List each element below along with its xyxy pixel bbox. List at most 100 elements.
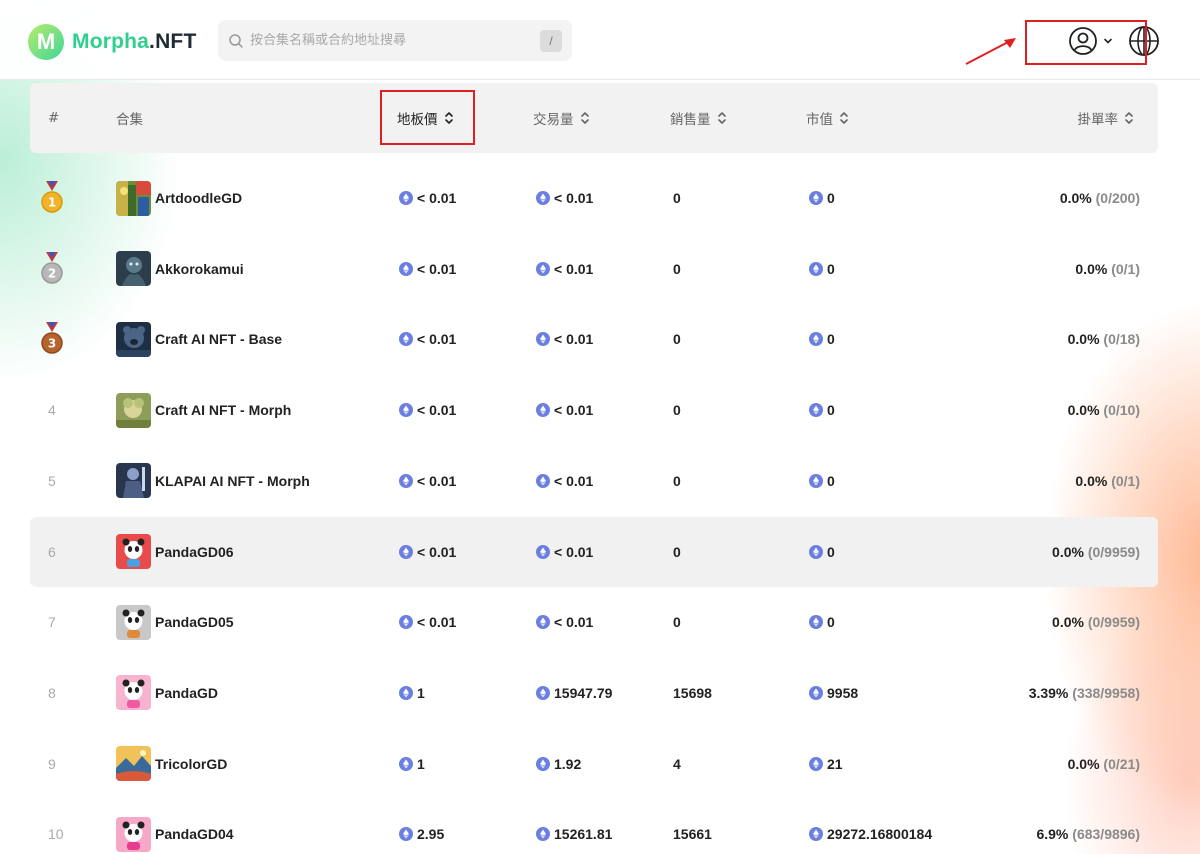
floor-price-value: 1 — [417, 755, 425, 772]
sort-volume[interactable]: 交易量 — [533, 83, 590, 153]
eth-icon — [536, 827, 550, 842]
table-row[interactable]: 2 Akkorokamui < 0.01 < 0.01 0 0 0.0% (0/1) — [30, 234, 1158, 304]
listing-rate-cell: 3.39% (338/9958) — [1029, 658, 1140, 728]
collection-thumbnail — [116, 604, 151, 640]
collection-thumbnail — [116, 675, 151, 711]
volume-cell: 1.92 — [536, 729, 581, 799]
sales-cell: 15661 — [673, 799, 712, 854]
volume-cell: 15947.79 — [536, 658, 612, 728]
collection-cell[interactable]: Craft AI NFT - Base — [116, 304, 282, 374]
search-bar[interactable]: / — [218, 20, 572, 61]
market-cap-cell: 0 — [809, 517, 835, 587]
volume-cell: < 0.01 — [536, 587, 593, 657]
sales-value: 15661 — [673, 826, 712, 843]
sales-value: 0 — [673, 472, 681, 489]
collection-cell[interactable]: PandaGD — [116, 658, 218, 728]
rank-cell: 8 — [48, 658, 56, 728]
eth-icon — [809, 403, 823, 418]
sales-value: 0 — [673, 331, 681, 348]
eth-icon — [809, 473, 823, 488]
collection-cell[interactable]: PandaGD06 — [116, 517, 234, 587]
rank-cell: 3 — [40, 304, 64, 374]
collection-cell[interactable]: PandaGD05 — [116, 587, 234, 657]
eth-icon — [399, 615, 413, 630]
sort-market-cap[interactable]: 市值 — [806, 83, 849, 153]
sort-icon — [839, 111, 849, 125]
collection-thumbnail — [116, 180, 151, 216]
table-row[interactable]: 1 ArtdoodleGD < 0.01 < 0.01 0 0 0.0% (0/200) — [30, 163, 1158, 233]
search-input[interactable] — [250, 33, 540, 48]
table-row[interactable]: 10 PandaGD04 2.95 15261.81 15661 29272.168001… — [30, 799, 1158, 854]
logo[interactable]: M Morpha.NFT — [28, 24, 197, 60]
floor-price-value: < 0.01 — [417, 472, 457, 489]
volume-cell: < 0.01 — [536, 234, 593, 304]
medal-silver-icon: 2 — [41, 251, 63, 284]
market-cap-value: 0 — [827, 190, 835, 206]
collection-cell[interactable]: PandaGD04 — [116, 799, 234, 854]
eth-icon — [809, 827, 823, 842]
listing-ratio: (0/9959) — [1087, 614, 1140, 631]
sales-cell: 0 — [673, 446, 681, 516]
market-cap-value: 0 — [827, 614, 835, 631]
listing-rate-value: 3.39% — [1028, 684, 1069, 701]
logo-text-suffix: .NFT — [149, 30, 197, 53]
eth-icon — [809, 685, 823, 700]
rank-number: 4 — [48, 402, 56, 419]
listing-rate-value: 0.0% — [1052, 543, 1084, 560]
col-collection-label: 合集 — [116, 112, 143, 128]
volume-cell: < 0.01 — [536, 446, 593, 516]
eth-icon — [536, 261, 550, 276]
market-cap-value: 9958 — [827, 684, 859, 701]
table-row[interactable]: 7 PandaGD05 < 0.01 < 0.01 0 0 0.0% (0/9959) — [30, 587, 1158, 657]
floor-price-cell: 2.95 — [399, 799, 444, 854]
collection-cell[interactable]: ArtdoodleGD — [116, 163, 242, 233]
col-volume-label: 交易量 — [533, 112, 574, 128]
listing-rate-cell: 6.9% (683/9896) — [1036, 799, 1140, 854]
table-row[interactable]: 6 PandaGD06 < 0.01 < 0.01 0 0 0.0% (0/9959) — [30, 516, 1158, 587]
sales-value: 0 — [673, 190, 681, 206]
volume-value: < 0.01 — [554, 614, 594, 631]
volume-value: 15261.81 — [554, 826, 613, 843]
rank-cell: 4 — [48, 375, 56, 445]
rank-cell: 6 — [48, 517, 56, 587]
sort-icon — [1124, 111, 1134, 125]
floor-price-cell: < 0.01 — [399, 517, 456, 587]
rank-number: 7 — [48, 614, 56, 631]
volume-cell: 15261.81 — [536, 799, 612, 854]
collection-cell[interactable]: KLAPAI AI NFT - Morph — [116, 446, 310, 516]
table-row[interactable]: 4 Craft AI NFT - Morph < 0.01 < 0.01 0 0 0.0% … — [30, 375, 1158, 445]
market-cap-cell: 9958 — [809, 658, 858, 728]
market-cap-cell: 0 — [809, 446, 835, 516]
listing-rate-value: 0.0% — [1075, 260, 1108, 277]
eth-icon — [399, 473, 413, 488]
collection-cell[interactable]: Akkorokamui — [116, 234, 244, 304]
listing-rate-cell: 0.0% (0/1) — [1075, 446, 1140, 516]
market-cap-value: 21 — [827, 755, 843, 772]
rank-cell: 10 — [48, 799, 64, 854]
listing-ratio: (0/1) — [1111, 260, 1140, 277]
table-row[interactable]: 3 Craft AI NFT - Base < 0.01 < 0.01 0 0 0.0% (… — [30, 304, 1158, 374]
collection-cell[interactable]: TricolorGD — [116, 729, 227, 799]
eth-icon — [399, 191, 413, 205]
eth-icon — [536, 685, 550, 700]
medal-bronze-icon: 3 — [41, 322, 63, 355]
collection-name: KLAPAI AI NFT - Morph — [155, 472, 310, 489]
table-row[interactable]: 8 PandaGD 1 15947.79 15698 9958 3.39% (338/995… — [30, 658, 1158, 728]
sort-sales[interactable]: 銷售量 — [670, 83, 727, 153]
market-cap-cell: 0 — [809, 234, 835, 304]
floor-price-cell: < 0.01 — [399, 234, 456, 304]
listing-rate-value: 0.0% — [1052, 614, 1084, 631]
collection-thumbnail — [116, 746, 151, 782]
listing-rate-cell: 0.0% (0/1) — [1075, 234, 1140, 304]
listing-rate-value: 0.0% — [1067, 331, 1100, 348]
floor-price-value: < 0.01 — [417, 402, 457, 419]
table-row[interactable]: 5 KLAPAI AI NFT - Morph < 0.01 < 0.01 0 0 0.0%… — [30, 446, 1158, 516]
collection-name: PandaGD04 — [155, 826, 234, 843]
eth-icon — [536, 332, 550, 347]
listing-rate-cell: 0.0% (0/9959) — [1052, 517, 1140, 587]
sort-listing-rate[interactable]: 掛單率 — [1078, 83, 1135, 153]
collection-thumbnail — [116, 534, 151, 569]
volume-value: < 0.01 — [554, 543, 594, 560]
table-row[interactable]: 9 TricolorGD 1 1.92 4 21 0.0% (0/21) — [30, 729, 1158, 799]
collection-cell[interactable]: Craft AI NFT - Morph — [116, 375, 291, 445]
